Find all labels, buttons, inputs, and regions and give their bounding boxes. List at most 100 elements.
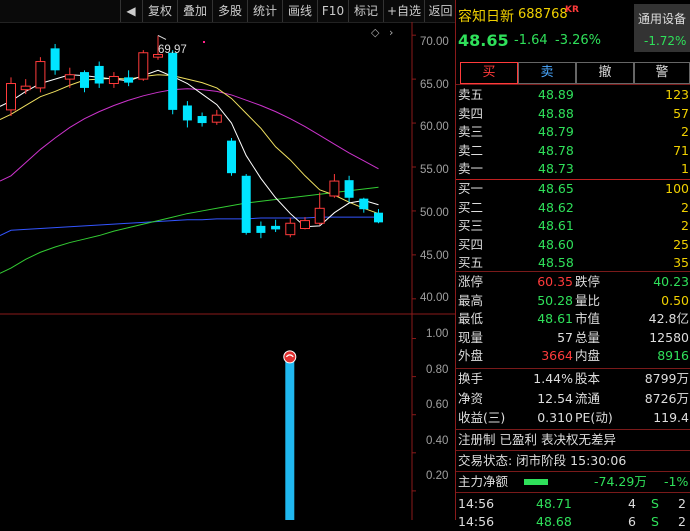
stat-label: 收益(三) bbox=[458, 410, 506, 425]
price-tick-label: 50.00 bbox=[420, 206, 449, 219]
chart-toolbar: ◀ 复权 叠加 多股 统计 画线 F10 标记 +自选 返回 bbox=[0, 0, 455, 23]
tick-side: S bbox=[651, 496, 659, 511]
tick-side: S bbox=[651, 514, 659, 529]
candle-body-down bbox=[50, 48, 60, 71]
toolbar-f10-button[interactable]: F10 bbox=[317, 0, 348, 22]
marker-dot bbox=[203, 41, 205, 43]
stat-label: 涨停 bbox=[458, 274, 484, 289]
volume-tick-label: 1.00 bbox=[426, 328, 449, 340]
stat-value: 1.44% bbox=[533, 371, 573, 386]
candle-body-up bbox=[285, 222, 296, 236]
stat-label: 流通 bbox=[575, 390, 601, 406]
stat-value: 119.4 bbox=[653, 410, 689, 425]
candle-body-up bbox=[108, 75, 119, 85]
ask-volume: 1 bbox=[681, 161, 689, 176]
price-tick-label: 55.00 bbox=[420, 164, 449, 177]
ask-label: 卖三 bbox=[458, 124, 484, 139]
ma60-line bbox=[0, 186, 379, 274]
stat-label: 股本 bbox=[575, 371, 601, 386]
ma20-line bbox=[0, 88, 379, 182]
stat-label: 换手 bbox=[458, 371, 484, 386]
candle-body-down bbox=[227, 140, 236, 174]
bid-row[interactable]: 买五 48.58 35 bbox=[456, 254, 690, 272]
bid-row[interactable]: 买二 48.62 2 bbox=[456, 199, 690, 217]
price-change: -1.64 bbox=[514, 33, 548, 48]
volume-tick-label: 0.40 bbox=[426, 434, 449, 447]
ask-price: 48.89 bbox=[538, 87, 574, 102]
bid-volume: 100 bbox=[665, 181, 689, 196]
ask-row[interactable]: 卖五 48.89 123 bbox=[456, 86, 690, 104]
sell-button[interactable]: 卖 bbox=[518, 62, 576, 84]
stat-label: 内盘 bbox=[575, 348, 601, 363]
bid-row[interactable]: 买一 48.65 100 bbox=[456, 180, 690, 198]
candle-body-down bbox=[359, 198, 369, 210]
bid-price: 48.61 bbox=[538, 218, 574, 233]
ask-label: 卖四 bbox=[458, 105, 484, 121]
kline-chart-svg[interactable] bbox=[0, 22, 455, 520]
toolbar-add-watchlist-button[interactable]: +自选 bbox=[383, 0, 424, 22]
stat-value: 48.61 bbox=[537, 311, 573, 326]
toolbar-back-button[interactable]: 返回 bbox=[424, 0, 456, 22]
candle-body-down bbox=[374, 212, 383, 223]
candle-body-down bbox=[168, 52, 178, 110]
ask-row[interactable]: 卖二 48.78 71 bbox=[456, 142, 690, 160]
bid-label: 买二 bbox=[458, 199, 484, 215]
candle-body-down bbox=[182, 105, 192, 121]
stat-label: 净资 bbox=[458, 390, 484, 406]
stat-row: 收益(三) 0.310 PE(动) 119.4 bbox=[456, 409, 690, 427]
stock-name: 容知日新 bbox=[458, 9, 514, 25]
notice-row: 注册制 已盈利 表决权无差异 bbox=[458, 432, 616, 447]
sector-box[interactable]: 通用设备 -1.72% bbox=[634, 4, 690, 52]
stat-label: PE(动) bbox=[575, 410, 613, 425]
stat-value: 8916 bbox=[657, 348, 689, 363]
toolbar-draw-button[interactable]: 画线 bbox=[282, 0, 317, 22]
trade-status-row: 交易状态: 闭市阶段 15:30:06 bbox=[458, 453, 627, 468]
ma10-line bbox=[0, 74, 379, 215]
tick-volume: 4 bbox=[628, 496, 636, 511]
ask-price: 48.78 bbox=[538, 142, 574, 158]
tick-row: 14:56 48.71 4 S 2 bbox=[456, 495, 690, 513]
tick-time: 14:56 bbox=[458, 496, 495, 511]
toolbar-stats-button[interactable]: 统计 bbox=[247, 0, 282, 22]
diamond-icon[interactable]: ◇ bbox=[371, 26, 379, 39]
toolbar-fuquan-button[interactable]: 复权 bbox=[142, 0, 177, 22]
stat-value: 3664 bbox=[541, 348, 573, 363]
ask-row[interactable]: 卖一 48.73 1 bbox=[456, 160, 690, 178]
cancel-order-button[interactable]: 撤 bbox=[576, 62, 634, 84]
toolbar-multi-stock-button[interactable]: 多股 bbox=[212, 0, 247, 22]
volume-bar bbox=[285, 351, 295, 520]
candle-body-up bbox=[64, 74, 75, 80]
ask-row[interactable]: 卖三 48.79 2 bbox=[456, 123, 690, 141]
bid-volume: 2 bbox=[681, 199, 689, 215]
kline-chart[interactable]: 70.00 65.00 60.00 55.00 50.00 45.00 40.00 1.00… bbox=[0, 22, 455, 520]
bid-row[interactable]: 买四 48.60 25 bbox=[456, 236, 690, 254]
ask-row[interactable]: 卖四 48.88 57 bbox=[456, 105, 690, 123]
toolbar-overlay-button[interactable]: 叠加 bbox=[177, 0, 212, 22]
tick-price: 48.71 bbox=[536, 496, 572, 511]
ask-price: 48.73 bbox=[538, 161, 574, 176]
bid-label: 买一 bbox=[458, 181, 484, 196]
ask-label: 卖一 bbox=[458, 161, 484, 176]
tick-row: 14:56 48.68 6 S 2 bbox=[456, 513, 690, 531]
candle-body-up bbox=[6, 83, 16, 111]
current-price: 48.65 bbox=[458, 31, 509, 50]
alert-button[interactable]: 警 bbox=[634, 62, 690, 84]
candle-body-up bbox=[138, 52, 149, 80]
buy-button[interactable]: 买 bbox=[460, 62, 518, 84]
bid-price: 48.62 bbox=[538, 199, 574, 215]
collapse-arrow-icon[interactable]: ◀ bbox=[120, 0, 141, 22]
high-marker-line bbox=[157, 34, 167, 40]
stat-row: 涨停 60.35 跌停 40.23 bbox=[456, 273, 690, 291]
bid-volume: 35 bbox=[673, 255, 689, 270]
stat-row: 净资 12.54 流通 8726万 bbox=[456, 390, 690, 408]
stat-label: 最低 bbox=[458, 311, 484, 326]
price-tick-label: 60.00 bbox=[420, 121, 449, 134]
chevron-right-icon[interactable]: › bbox=[389, 26, 393, 39]
volume-tick-label: 0.60 bbox=[426, 399, 449, 411]
sector-name: 通用设备 bbox=[638, 12, 687, 26]
bid-row[interactable]: 买三 48.61 2 bbox=[456, 217, 690, 235]
ask-volume: 71 bbox=[673, 142, 689, 158]
capital-flow-bar bbox=[524, 479, 548, 485]
bid-volume: 2 bbox=[681, 218, 689, 233]
toolbar-mark-button[interactable]: 标记 bbox=[348, 0, 383, 22]
